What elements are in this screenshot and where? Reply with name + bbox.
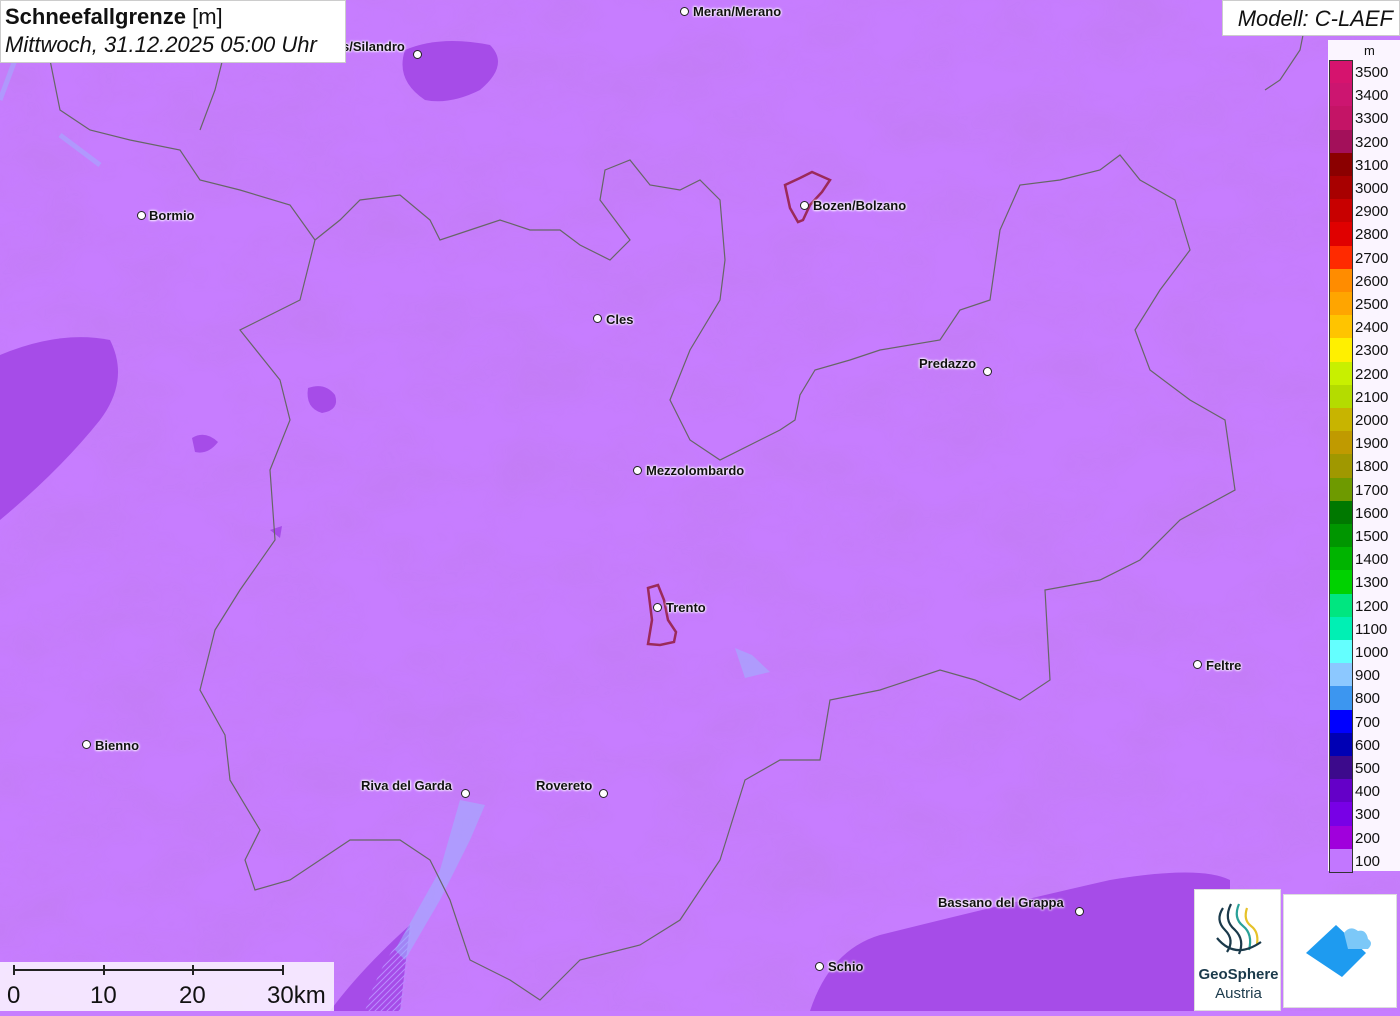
title-unit: [m]	[192, 4, 223, 29]
map-title: Schneefallgrenze [m]	[5, 4, 223, 30]
city-label-meran: Meran/Merano	[693, 4, 782, 19]
color-legend: m 3500 3400 3300 3200 3100 3000 2900 2800 2700 26…	[1328, 40, 1400, 873]
city-dot-riva	[461, 789, 470, 798]
legend-label: 800	[1355, 690, 1381, 708]
geosphere-name: GeoSphere	[1198, 966, 1279, 983]
city-label-bassano: Bassano del Grappa	[938, 895, 1064, 910]
scale-label-30: 30km	[267, 982, 326, 1009]
city-dot-mezzolombardo	[633, 466, 642, 475]
city-label-bormio: Bormio	[149, 208, 195, 223]
legend-unit: m	[1364, 43, 1375, 58]
city-label-rovereto: Rovereto	[536, 778, 593, 793]
city-label-cles: Cles	[606, 312, 634, 327]
legend-label: 200	[1355, 829, 1381, 847]
city-dot-trento	[653, 603, 662, 612]
legend-label: 100	[1355, 852, 1381, 870]
geosphere-emblem-icon	[1216, 903, 1262, 955]
map-canvas[interactable]	[0, 0, 1400, 1011]
city-label-predazzo: Predazzo	[919, 356, 977, 371]
city-dot-schio	[815, 962, 824, 971]
geosphere-subtitle: Austria	[1215, 985, 1262, 1002]
legend-label: 2700	[1355, 249, 1389, 267]
city-label-mezzolombardo: Mezzolombardo	[646, 463, 745, 478]
scale-label-10: 10	[90, 982, 117, 1009]
legend-label: 3400	[1355, 87, 1389, 105]
city-dot-predazzo	[983, 367, 992, 376]
legend-label: 1000	[1355, 644, 1389, 661]
model-box: Modell: C-LAEF	[1222, 0, 1400, 36]
app-logo[interactable]	[1283, 894, 1397, 1008]
city-label-schio: Schio	[828, 959, 864, 974]
city-label-trento: Trento	[666, 600, 706, 615]
city-dot-rovereto	[599, 789, 608, 798]
title-parameter: Schneefallgrenze	[5, 4, 186, 29]
scale-label-20: 20	[179, 982, 206, 1009]
legend-label: 1200	[1355, 597, 1389, 615]
legend-label: 2800	[1355, 226, 1389, 244]
city-label-silandro: s/Silandro	[342, 39, 405, 54]
legend-label: 1300	[1355, 574, 1389, 592]
legend-label: 700	[1355, 713, 1381, 731]
city-label-bienno: Bienno	[95, 738, 140, 753]
legend-label: 1400	[1355, 551, 1389, 569]
legend-label: 3500	[1355, 64, 1389, 81]
legend-bar-border	[1329, 60, 1353, 873]
legend-label: 1800	[1355, 458, 1389, 476]
model-label: Modell: C-LAEF	[1237, 6, 1393, 31]
legend-label: 1900	[1355, 435, 1389, 453]
legend-label: 500	[1355, 760, 1381, 777]
legend-label: 1700	[1355, 481, 1389, 499]
legend-label: 3300	[1355, 110, 1389, 128]
city-dot-meran	[680, 7, 689, 16]
terrain-shading	[0, 0, 1400, 1011]
city-label-riva: Riva del Garda	[361, 778, 453, 793]
title-box: Schneefallgrenze [m] Mittwoch, 31.12.202…	[0, 0, 346, 63]
legend-label: 2300	[1355, 342, 1389, 360]
legend-label: 3100	[1355, 156, 1389, 174]
forecast-datetime: Mittwoch, 31.12.2025 05:00 Uhr	[5, 32, 317, 57]
city-dot-bassano	[1075, 907, 1084, 916]
scale-label-0: 0	[7, 982, 21, 1009]
scale-bar: 0 10 20 30km	[0, 962, 334, 1011]
app-logo-icon	[1306, 925, 1371, 977]
legend-label: 600	[1355, 736, 1381, 754]
legend-label: 2400	[1355, 319, 1389, 337]
city-label-feltre: Feltre	[1206, 658, 1242, 673]
city-dot-cles	[593, 314, 602, 323]
city-dot-silandro	[413, 50, 422, 59]
city-label-bolzano: Bozen/Bolzano	[813, 198, 907, 213]
city-dot-feltre	[1193, 660, 1202, 669]
city-dot-bienno	[82, 740, 91, 749]
legend-label: 400	[1355, 783, 1381, 801]
legend-label: 2000	[1355, 412, 1389, 429]
legend-label: 2900	[1355, 203, 1389, 221]
legend-label: 2200	[1355, 365, 1389, 383]
legend-label: 2600	[1355, 272, 1389, 290]
legend-label: 1500	[1355, 528, 1389, 545]
legend-label: 3000	[1355, 180, 1389, 197]
legend-label: 1600	[1355, 504, 1389, 522]
legend-label: 2100	[1355, 388, 1389, 406]
city-dot-bormio	[137, 211, 146, 220]
legend-label: 300	[1355, 806, 1381, 824]
legend-label: 900	[1355, 667, 1381, 685]
legend-label: 1100	[1355, 620, 1388, 638]
geosphere-logo[interactable]: GeoSphere Austria	[1194, 889, 1281, 1011]
legend-label: 3200	[1355, 133, 1389, 151]
legend-label: 2500	[1355, 296, 1389, 313]
city-dot-bolzano	[800, 201, 809, 210]
